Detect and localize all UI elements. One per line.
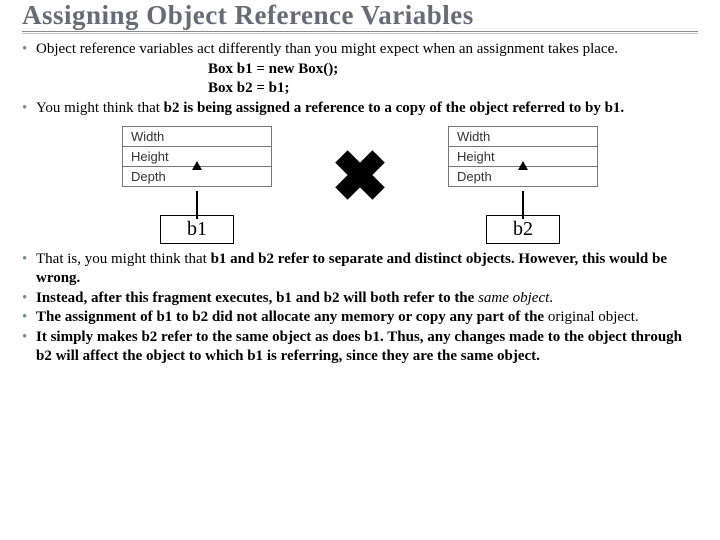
top-bullets: Object reference variables act different… [22, 40, 698, 59]
bold: b2 [36, 348, 56, 364]
object-table-right: Width Height Depth [448, 126, 598, 187]
cross-col [323, 126, 397, 206]
bullet-5: The assignment of b1 to b2 did not alloc… [22, 308, 698, 327]
bold: b1 [211, 251, 231, 267]
code-line-1: Box b1 = new Box(); [208, 60, 698, 79]
title-rule-2 [22, 33, 698, 34]
arrow-up-right [518, 191, 528, 217]
bold: The assignment of [36, 309, 156, 325]
bullet-6: It simply makes b2 refer to the same obj… [22, 328, 698, 366]
bold: and [296, 290, 324, 306]
bold: did not allocate any memory or copy any … [212, 309, 548, 325]
code-line-2: Box b2 = b1; [208, 79, 698, 98]
bold: will both refer to the [343, 290, 478, 306]
bold: and [230, 251, 258, 267]
slide: Assigning Object Reference Variables Obj… [0, 0, 720, 540]
bold: Thus, any changes made to the object thr… [387, 329, 682, 345]
arrow-head-icon [192, 161, 202, 170]
text: original object. [548, 309, 639, 325]
arrow-up-left [192, 191, 202, 217]
top-bullets-2: You might think that b2 is being assigne… [22, 99, 698, 118]
field-cell: Width [449, 127, 598, 147]
title-rule-1 [22, 31, 698, 32]
italic: same object [478, 290, 549, 306]
bold: is referring, since they are the same ob… [267, 348, 540, 364]
object-right-col: Width Height Depth b2 [433, 126, 613, 244]
bold: b1 [276, 290, 296, 306]
bold: b1. [364, 329, 387, 345]
var-label-b2: b2 [486, 215, 560, 244]
bold: b2 [192, 309, 212, 325]
bold: is being assigned a reference to a copy … [183, 100, 604, 116]
text: . [549, 290, 553, 306]
bold: refer to the same object as does [161, 329, 364, 345]
cross-icon [329, 144, 391, 206]
bold: b2 [141, 329, 161, 345]
bullet-1: Object reference variables act different… [22, 40, 698, 59]
bold: b1 [156, 309, 176, 325]
bold: will affect the object to which [56, 348, 248, 364]
object-table-left: Width Height Depth [122, 126, 272, 187]
bold: b2 [258, 251, 278, 267]
bold: to [176, 309, 192, 325]
text: You might think that [36, 100, 164, 116]
field-cell: Width [123, 127, 272, 147]
bold: b1. [605, 100, 625, 116]
bottom-bullets: That is, you might think that b1 and b2 … [22, 250, 698, 366]
bold: b2 [324, 290, 344, 306]
page-title: Assigning Object Reference Variables [22, 0, 698, 29]
code-block: Box b1 = new Box(); Box b2 = b1; [22, 60, 698, 98]
bold: It simply makes [36, 329, 141, 345]
var-label-b1: b1 [160, 215, 234, 244]
bold: b2 [164, 100, 184, 116]
bold: b1 [247, 348, 267, 364]
object-left-col: Width Height Depth b1 [107, 126, 287, 244]
bullet-3: That is, you might think that b1 and b2 … [22, 250, 698, 288]
diagram: Width Height Depth b1 Width Height Depth [22, 126, 698, 244]
arrow-head-icon [518, 161, 528, 170]
bold: Instead, after this fragment executes, [36, 290, 276, 306]
bullet-2: You might think that b2 is being assigne… [22, 99, 698, 118]
text: That is, you might think that [36, 251, 211, 267]
bullet-4: Instead, after this fragment executes, b… [22, 289, 698, 308]
